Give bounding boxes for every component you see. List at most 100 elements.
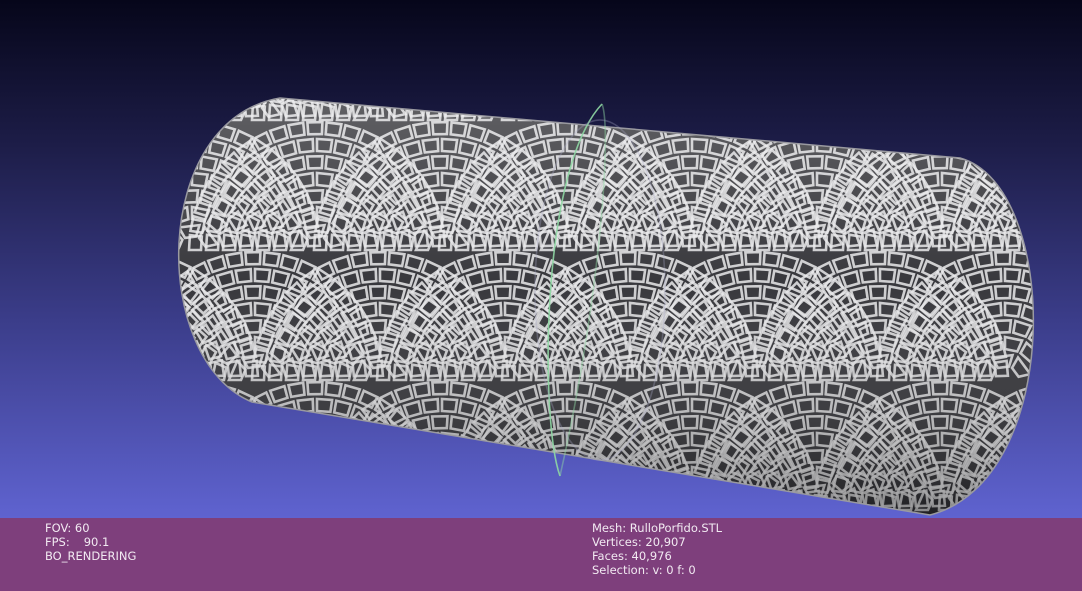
- tile: [510, 98, 533, 119]
- tile: [721, 493, 738, 512]
- tile: [206, 49, 224, 67]
- tile: [77, 181, 94, 199]
- tile: [786, 23, 805, 41]
- tile: [925, 11, 944, 29]
- tile: [159, 52, 177, 71]
- tile: [194, 35, 213, 54]
- tile: [348, 474, 368, 495]
- tile: [70, 198, 86, 216]
- tile: [768, 98, 792, 104]
- tile: [688, 474, 707, 495]
- tile: [551, 483, 577, 500]
- tile: [8, 68, 24, 86]
- tile: [841, 65, 858, 83]
- tile: [530, 98, 550, 118]
- tile: [434, 98, 455, 102]
- tile: [328, 98, 348, 101]
- tile: [1060, 310, 1079, 329]
- tile: [180, 448, 200, 465]
- tile: [533, 470, 553, 491]
- tile: [130, 269, 145, 282]
- tile: [59, 26, 77, 44]
- tile: [26, 328, 43, 346]
- tile: [562, 493, 579, 512]
- tile: [170, 38, 189, 57]
- tile: [479, 456, 501, 479]
- tile: [193, 362, 211, 382]
- tile: [286, 415, 307, 434]
- tile: [613, 492, 630, 512]
- tile: [495, 0, 510, 4]
- tile: [305, 24, 324, 42]
- tile: [514, 0, 530, 6]
- tile: [1025, 161, 1034, 184]
- tile: [176, 66, 194, 85]
- tile: [602, 469, 624, 492]
- tile: [700, 17, 718, 34]
- tile: [1047, 195, 1064, 213]
- tile: [538, 489, 555, 508]
- tile: [184, 26, 203, 44]
- tile: [1039, 276, 1057, 293]
- tile: [139, 27, 155, 41]
- tile: [776, 68, 793, 86]
- tile: [688, 9, 707, 27]
- tile: [835, 101, 853, 122]
- tile: [489, 98, 508, 101]
- tile: [640, 51, 657, 69]
- tile: [377, 428, 400, 451]
- tile: [614, 98, 640, 110]
- tile: [965, 33, 983, 52]
- tile: [1077, 280, 1082, 298]
- tile: [111, 9, 127, 22]
- tile: [102, 0, 118, 7]
- tile: [364, 441, 387, 464]
- tile: [279, 68, 298, 86]
- tile: [140, 51, 157, 69]
- tile: [1013, 61, 1031, 77]
- tile: [198, 449, 220, 469]
- tile: [438, 474, 457, 495]
- tile: [363, 492, 380, 512]
- tile: [921, 137, 940, 154]
- tile: [107, 168, 126, 187]
- tile: [405, 31, 423, 48]
- tile: [1076, 122, 1082, 136]
- tile: [530, 31, 548, 48]
- tile: [275, 452, 297, 475]
- 3d-viewport[interactable]: [0, 0, 1082, 518]
- tile: [680, 489, 697, 508]
- tile: [513, 61, 531, 77]
- tile: [130, 337, 147, 352]
- tile: [883, 68, 899, 86]
- tile: [1038, 178, 1056, 196]
- tile: [426, 470, 445, 491]
- tile: [420, 431, 440, 449]
- tile: [383, 473, 405, 496]
- tile: [84, 71, 103, 90]
- tile: [138, 446, 157, 464]
- tile: [1008, 473, 1030, 496]
- tile: [575, 17, 593, 34]
- tile: [383, 68, 399, 86]
- tile: [680, 24, 699, 42]
- tile: [193, 102, 211, 122]
- tile: [54, 313, 72, 332]
- tile: [739, 98, 758, 101]
- tile: [1076, 417, 1082, 431]
- tile: [389, 27, 405, 41]
- tile: [365, 473, 386, 495]
- tile: [846, 98, 866, 101]
- mesh-render[interactable]: [0, 0, 1082, 518]
- tile: [515, 470, 535, 491]
- tile: [524, 36, 542, 55]
- tile: [450, 17, 468, 34]
- tile: [703, 98, 723, 101]
- tile: [145, 126, 162, 142]
- tile: [154, 68, 173, 86]
- tile: [147, 11, 164, 26]
- tile: [1050, 100, 1065, 117]
- tile: [2, 365, 15, 380]
- tile: [157, 359, 173, 377]
- tile: [694, 35, 713, 54]
